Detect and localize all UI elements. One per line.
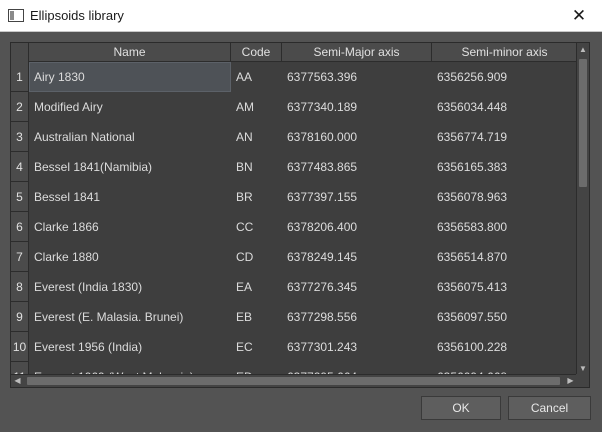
cell-semi-minor[interactable]: 6356165.383 <box>432 152 577 182</box>
cell-semi-major[interactable]: 6377301.243 <box>282 332 432 362</box>
table-row[interactable]: 9 Everest (E. Malasia. Brunei) EB 6377298.5… <box>11 302 577 332</box>
column-header-semi-minor[interactable]: Semi-minor axis <box>432 43 577 62</box>
table-row[interactable]: 6 Clarke 1866 CC 6378206.400 6356583.800 <box>11 212 577 242</box>
table-row[interactable]: 3 Australian National AN 6378160.000 6356774… <box>11 122 577 152</box>
header-corner[interactable] <box>11 43 29 62</box>
cell-semi-major[interactable]: 6377276.345 <box>282 272 432 302</box>
table-row[interactable]: 2 Modified Airy AM 6377340.189 6356034.448 <box>11 92 577 122</box>
cell-semi-major[interactable]: 6377483.865 <box>282 152 432 182</box>
table-row[interactable]: 1 Airy 1830 AA 6377563.396 6356256.909 <box>11 62 577 92</box>
vertical-scroll-thumb[interactable] <box>579 59 587 187</box>
row-number[interactable]: 8 <box>11 272 29 302</box>
table-row[interactable]: 7 Clarke 1880 CD 6378249.145 6356514.870 <box>11 242 577 272</box>
cell-semi-major[interactable]: 6377340.189 <box>282 92 432 122</box>
cell-semi-minor[interactable]: 6356256.909 <box>432 62 577 92</box>
row-number[interactable]: 3 <box>11 122 29 152</box>
window-icon <box>8 9 24 22</box>
table-header: Name Code Semi-Major axis Semi-minor axi… <box>11 43 577 62</box>
row-number[interactable]: 6 <box>11 212 29 242</box>
cell-name[interactable]: Everest 1956 (India) <box>29 332 231 362</box>
cell-code[interactable]: BN <box>231 152 282 182</box>
table-row[interactable]: 5 Bessel 1841 BR 6377397.155 6356078.963 <box>11 182 577 212</box>
cell-code[interactable]: EB <box>231 302 282 332</box>
scrollbar-corner <box>576 374 589 387</box>
cell-name[interactable]: Clarke 1880 <box>29 242 231 272</box>
cell-name[interactable]: Everest (E. Malasia. Brunei) <box>29 302 231 332</box>
cell-semi-minor[interactable]: 6356075.413 <box>432 272 577 302</box>
cell-semi-major[interactable]: 6377397.155 <box>282 182 432 212</box>
cell-semi-minor[interactable]: 6356097.550 <box>432 302 577 332</box>
cell-semi-minor[interactable]: 6356514.870 <box>432 242 577 272</box>
column-header-code[interactable]: Code <box>231 43 282 62</box>
table-body: 1 Airy 1830 AA 6377563.396 6356256.909 2 Modif… <box>11 62 577 375</box>
table-row[interactable]: 4 Bessel 1841(Namibia) BN 6377483.865 635616… <box>11 152 577 182</box>
cell-semi-minor[interactable]: 6356034.448 <box>432 92 577 122</box>
scroll-up-arrow-icon[interactable]: ▲ <box>577 43 589 56</box>
row-number[interactable]: 2 <box>11 92 29 122</box>
column-header-name[interactable]: Name <box>29 43 231 62</box>
row-number[interactable]: 10 <box>11 332 29 362</box>
row-number[interactable]: 7 <box>11 242 29 272</box>
cell-semi-minor[interactable]: 6356078.963 <box>432 182 577 212</box>
cell-name[interactable]: Modified Airy <box>29 92 231 122</box>
row-number[interactable]: 5 <box>11 182 29 212</box>
cell-code[interactable]: CD <box>231 242 282 272</box>
cell-name[interactable]: Australian National <box>29 122 231 152</box>
cell-semi-minor[interactable]: 6356583.800 <box>432 212 577 242</box>
cell-code[interactable]: EC <box>231 332 282 362</box>
ok-button[interactable]: OK <box>421 396 501 420</box>
title-bar: Ellipsoids library ✕ <box>0 0 602 32</box>
cell-name[interactable]: Airy 1830 <box>29 62 231 92</box>
cell-name[interactable]: Bessel 1841 <box>29 182 231 212</box>
table-row[interactable]: 8 Everest (India 1830) EA 6377276.345 635607… <box>11 272 577 302</box>
cancel-button[interactable]: Cancel <box>508 396 591 420</box>
cell-semi-major[interactable]: 6378249.145 <box>282 242 432 272</box>
row-number[interactable]: 1 <box>11 62 29 92</box>
vertical-scrollbar[interactable]: ▲ ▼ <box>576 43 589 375</box>
cell-name[interactable]: Bessel 1841(Namibia) <box>29 152 231 182</box>
table-row[interactable]: 10 Everest 1956 (India) EC 6377301.243 63561… <box>11 332 577 362</box>
horizontal-scrollbar[interactable]: ◀ ▶ <box>11 374 577 387</box>
cell-code[interactable]: AM <box>231 92 282 122</box>
cell-name[interactable]: Everest (India 1830) <box>29 272 231 302</box>
cell-code[interactable]: AA <box>231 62 282 92</box>
cell-semi-minor[interactable]: 6356774.719 <box>432 122 577 152</box>
cell-code[interactable]: BR <box>231 182 282 212</box>
ellipsoids-table[interactable]: Name Code Semi-Major axis Semi-minor axi… <box>10 42 590 388</box>
cell-semi-major[interactable]: 6377563.396 <box>282 62 432 92</box>
window-title: Ellipsoids library <box>30 8 124 23</box>
column-header-semi-major[interactable]: Semi-Major axis <box>282 43 432 62</box>
cell-semi-major[interactable]: 6378160.000 <box>282 122 432 152</box>
cell-semi-major[interactable]: 6377298.556 <box>282 302 432 332</box>
cell-code[interactable]: CC <box>231 212 282 242</box>
cell-name[interactable]: Clarke 1866 <box>29 212 231 242</box>
scroll-left-arrow-icon[interactable]: ◀ <box>11 375 24 387</box>
cell-code[interactable]: AN <box>231 122 282 152</box>
horizontal-scroll-thumb[interactable] <box>27 377 560 385</box>
cell-semi-minor[interactable]: 6356100.228 <box>432 332 577 362</box>
close-button[interactable]: ✕ <box>556 0 602 32</box>
row-number[interactable]: 9 <box>11 302 29 332</box>
cell-semi-major[interactable]: 6378206.400 <box>282 212 432 242</box>
row-number[interactable]: 4 <box>11 152 29 182</box>
cell-code[interactable]: EA <box>231 272 282 302</box>
